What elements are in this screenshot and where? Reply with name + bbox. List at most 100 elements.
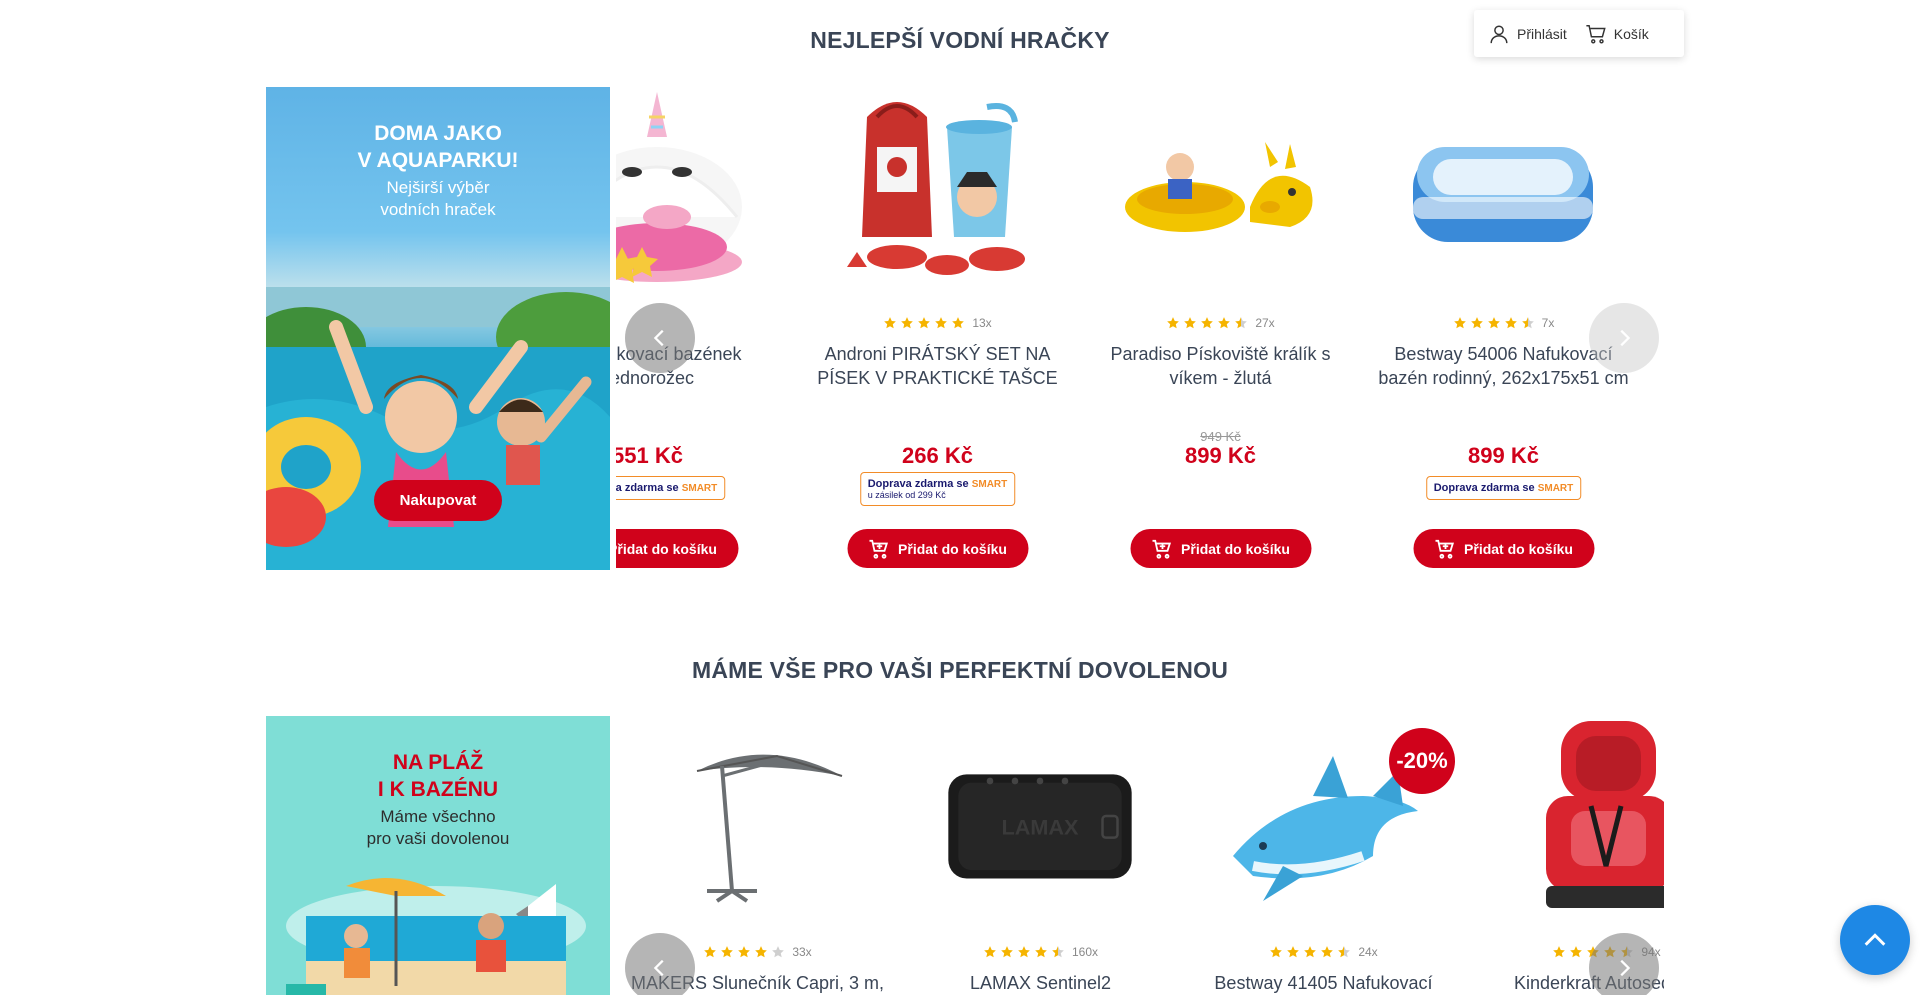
product-rating: 160x (899, 945, 1182, 959)
add-to-cart-button[interactable]: Přidat do košíku (1130, 529, 1311, 568)
smart-logo-text: SMART (1537, 483, 1574, 494)
star-icon (1235, 317, 1248, 329)
add-to-cart-icon (1435, 539, 1454, 559)
smart-free-shipping-badge: Doprava zdarma se SMART (1425, 476, 1582, 500)
chevron-left-icon (653, 329, 664, 347)
add-to-cart-label: Přidat do košíku (1464, 540, 1573, 557)
product-image[interactable] (837, 87, 1037, 287)
product-rating: 27x (1079, 316, 1362, 330)
star-icon (1184, 317, 1197, 329)
speaker-image: LAMAX (948, 774, 1132, 879)
smart-text: Doprava zdarma se (616, 482, 679, 494)
star-icon (1201, 317, 1214, 329)
add-to-cart-icon (1152, 539, 1171, 559)
shop-now-button[interactable]: Nakupovat (374, 480, 502, 521)
banner-title-line1: DOMA JAKO (374, 122, 502, 145)
banner-subtitle-line2: pro vaši dovolenou (366, 829, 510, 848)
banner-title: DOMA JAKO V AQUAPARKU! (266, 120, 610, 174)
star-icon (1570, 946, 1583, 958)
banner-subtitle-line2: vodních hraček (380, 200, 496, 219)
promo-banner-beach[interactable]: NA PLÁŽ I K BAZÉNU Máme všechno pro vaši… (266, 716, 610, 995)
user-icon (1490, 24, 1508, 43)
add-to-cart-button[interactable]: Přidat do košíku (1413, 529, 1594, 568)
rating-count: 33x (792, 945, 812, 959)
add-to-cart-label: Přidat do košíku (898, 540, 1007, 557)
banner-subtitle-line1: Nejširší výběr (386, 178, 490, 197)
product-image[interactable] (1506, 716, 1664, 916)
banner-title: NA PLÁŽ I K BAZÉNU (266, 749, 610, 803)
parasol-image (696, 754, 843, 903)
rating-count: 27x (1255, 316, 1275, 330)
product-price: 266 Kč (902, 443, 973, 468)
product-name[interactable]: Androni PIRÁTSKÝ SET NA PÍSEK V PRAKTICK… (808, 342, 1067, 390)
add-to-cart-button[interactable]: Přidat do košíku (847, 529, 1028, 568)
banner-photo-kids-pool (266, 287, 610, 570)
smart-text: Doprava zdarma se (867, 478, 969, 490)
product-name[interactable]: LAMAX Sentinel2 (911, 971, 1170, 995)
smart-free-shipping-badge: Doprava zdarma se SMART (616, 476, 726, 500)
star-icon (901, 317, 914, 329)
pirate-sand-set-image (847, 102, 1025, 275)
banner-subtitle: Nejširší výběr vodních hraček (266, 177, 610, 221)
cart-label: Košík (1613, 25, 1649, 42)
car-seat-image (1546, 721, 1664, 908)
product-price: 899 Kč (1468, 443, 1539, 468)
star-icon (918, 317, 931, 329)
star-icon (721, 946, 734, 958)
smart-subtext: u zásilek od 299 Kč (867, 490, 946, 500)
product-image[interactable] (1403, 87, 1603, 287)
rating-count: 7x (1541, 316, 1555, 330)
product-card[interactable]: 27x Paradiso Pískoviště králík s víkem -… (1079, 87, 1362, 587)
product-price: 899 Kč (1185, 443, 1256, 468)
product-rating: 24x (1182, 945, 1465, 959)
product-name[interactable]: Paradiso Pískoviště králík s víkem - žlu… (1091, 342, 1350, 390)
login-link[interactable]: Přihlásit (1488, 23, 1567, 45)
star-icon (952, 317, 965, 329)
star-icon (1487, 317, 1500, 329)
product-name[interactable]: Bestway 41405 Nafukovací žralok (1194, 971, 1453, 995)
star-icon (1304, 946, 1317, 958)
add-to-cart-icon (869, 539, 888, 559)
banner-title-line2: I K BAZÉNU (377, 778, 499, 801)
login-label: Přihlásit (1517, 25, 1567, 42)
section-title-vacation: MÁME VŠE PRO VAŠI PERFEKTNÍ DOVOLENOU (691, 657, 1229, 683)
chevron-right-icon (1620, 959, 1631, 977)
scroll-to-top-button[interactable] (1840, 905, 1910, 975)
star-icon (1270, 946, 1283, 958)
product-image[interactable] (616, 87, 747, 287)
carousel-prev-button[interactable] (625, 303, 695, 373)
star-icon (1338, 946, 1351, 958)
add-to-cart-button[interactable]: Přidat do košíku (616, 529, 738, 568)
product-image[interactable] (657, 716, 857, 916)
star-icon (984, 946, 996, 958)
carousel2-next-button[interactable] (1589, 933, 1659, 995)
product-image[interactable]: LAMAX (940, 716, 1140, 916)
star-icon (1553, 946, 1566, 958)
product-old-price: 949 Kč (1200, 429, 1241, 444)
product-card[interactable]: LAMAX 160x LAMAX Sentinel2 (899, 716, 1182, 995)
speaker-brand: LAMAX (1002, 814, 1080, 839)
smart-logo-text: SMART (971, 479, 1008, 490)
chevron-right-icon (1620, 329, 1631, 347)
star-icon (738, 946, 751, 958)
chevron-left-icon (653, 959, 664, 977)
rabbit-sandpit-image (1125, 142, 1313, 232)
star-icon (884, 317, 897, 329)
cart-icon (1586, 24, 1606, 44)
smart-free-shipping-badge: Doprava zdarma se SMART u zásilek od 299… (859, 472, 1016, 506)
banner-title-line1: NA PLÁŽ (392, 751, 484, 774)
star-icon (1504, 317, 1517, 329)
cart-link[interactable]: Košík (1585, 23, 1649, 45)
promo-banner-aquapark[interactable]: DOMA JAKO V AQUAPARKU! Nejširší výběr vo… (266, 87, 610, 570)
star-icon (1521, 317, 1534, 329)
carousel-next-button[interactable] (1589, 303, 1659, 373)
smart-logo: SMART (1538, 483, 1574, 494)
product-image[interactable] (1120, 87, 1320, 287)
product-card[interactable]: -20% 24x Bestway 41405 Nafukovací žralok (1182, 716, 1465, 995)
star-icon (1001, 946, 1013, 958)
star-icon (1167, 317, 1180, 329)
product-card[interactable]: 13x Androni PIRÁTSKÝ SET NA PÍSEK V PRAK… (796, 87, 1079, 587)
carousel2-prev-button[interactable] (625, 933, 695, 995)
rating-count: 13x (972, 316, 992, 330)
family-pool-image (1413, 147, 1593, 242)
